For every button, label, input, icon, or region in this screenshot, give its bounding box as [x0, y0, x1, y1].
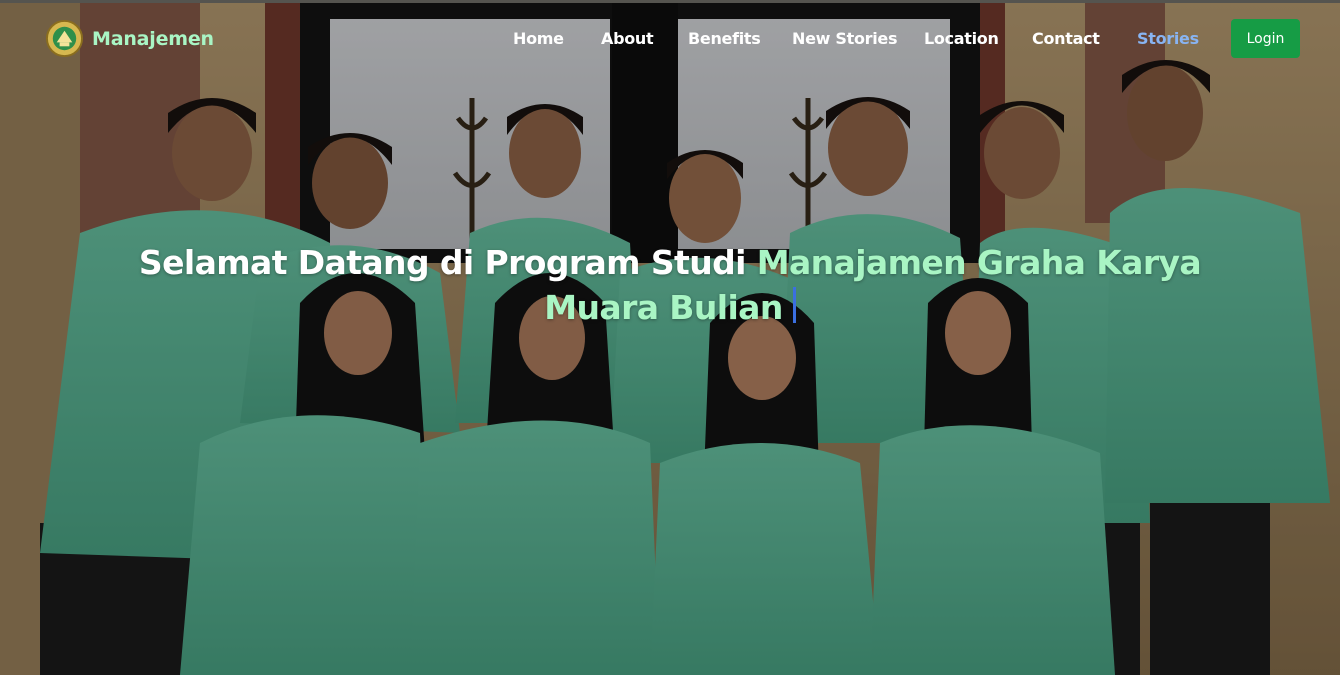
university-crest-icon — [45, 19, 84, 58]
nav-location[interactable]: Location — [924, 29, 999, 48]
brand-name: Manajemen — [92, 27, 214, 50]
hero-dark-overlay — [0, 3, 1340, 675]
nav-home[interactable]: Home — [513, 29, 564, 48]
login-button[interactable]: Login — [1231, 19, 1300, 58]
hero-headline: Selamat Datang di Program Studi Manajame… — [120, 240, 1220, 330]
brand-link[interactable]: Manajemen — [45, 19, 214, 58]
nav-about[interactable]: About — [601, 29, 654, 48]
typing-cursor — [792, 287, 796, 323]
navbar: Manajemen Home About Benefits New Storie… — [0, 3, 1340, 75]
hero-background-image — [0, 3, 1340, 675]
headline-plain-text: Selamat Datang di Program Studi — [138, 243, 757, 282]
nav-contact[interactable]: Contact — [1032, 29, 1100, 48]
nav-new-stories[interactable]: New Stories — [792, 29, 898, 48]
nav-benefits[interactable]: Benefits — [688, 29, 761, 48]
nav-stories[interactable]: Stories — [1137, 29, 1199, 48]
window-top-border — [0, 0, 1340, 3]
